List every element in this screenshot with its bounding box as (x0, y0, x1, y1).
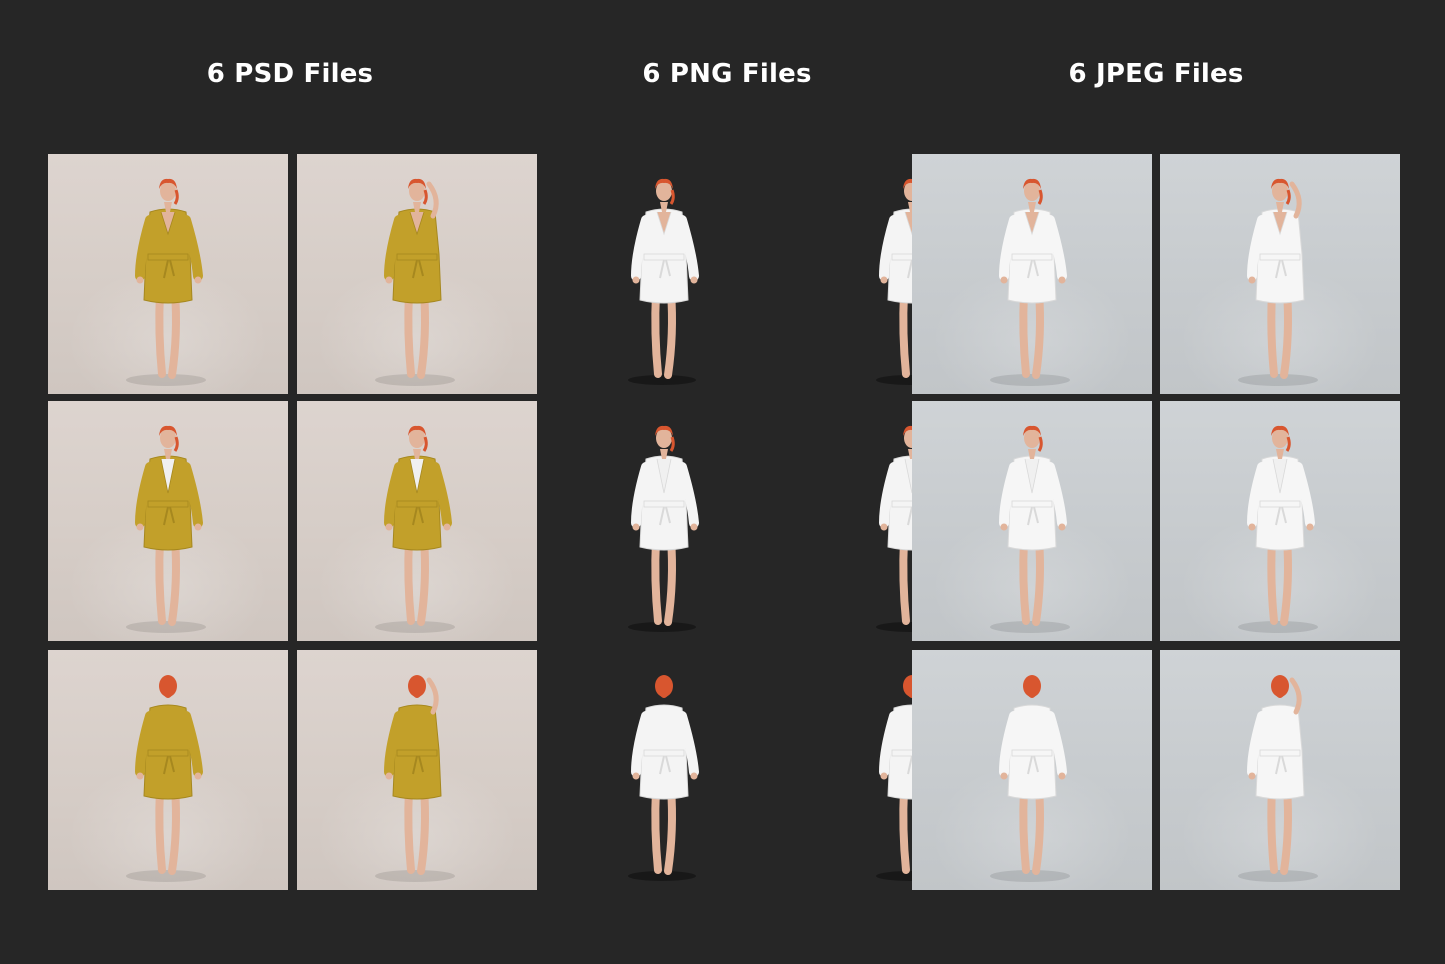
psd-preview-middle-left (48, 401, 288, 641)
jpeg-files-title: 6 JPEG Files (1068, 59, 1244, 89)
jpeg-preview-bottom-left (912, 650, 1152, 890)
jpeg-preview-bottom-right (1160, 650, 1400, 890)
png-files-title: 6 PNG Files (642, 59, 812, 89)
model-in-robe-image (1238, 425, 1318, 633)
model-in-robe-image (375, 178, 455, 386)
jpeg-preview-middle-left (912, 401, 1152, 641)
model-in-robe-image (126, 425, 206, 633)
png-preview-top-left (544, 154, 784, 394)
psd-preview-top-left (48, 154, 288, 394)
model-in-robe-image (126, 675, 206, 882)
psd-preview-bottom-right (297, 650, 537, 890)
model-in-robe-image (375, 675, 455, 882)
model-in-robe-image (1238, 675, 1318, 882)
model-in-robe-image (990, 178, 1070, 386)
psd-files-title: 6 PSD Files (206, 59, 374, 89)
psd-preview-middle-right (297, 401, 537, 641)
psd-preview-top-right (297, 154, 537, 394)
model-in-robe-image (628, 675, 699, 881)
png-preview-middle-left (544, 401, 784, 641)
model-in-robe-image (990, 675, 1070, 882)
model-in-robe-image (126, 178, 206, 386)
model-in-robe-image (628, 178, 699, 385)
model-in-robe-image (375, 425, 455, 633)
model-in-robe-image (628, 425, 699, 632)
png-preview-bottom-left (544, 650, 784, 890)
psd-preview-bottom-left (48, 650, 288, 890)
jpeg-preview-top-left (912, 154, 1152, 394)
jpeg-preview-middle-right (1160, 401, 1400, 641)
jpeg-preview-top-right (1160, 154, 1400, 394)
model-in-robe-image (990, 425, 1070, 633)
model-in-robe-image (1238, 178, 1318, 386)
